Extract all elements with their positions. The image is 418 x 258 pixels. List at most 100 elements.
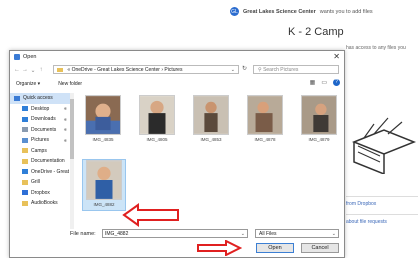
file-name: IMG_4882 [93,202,115,207]
red-arrow-annotation [197,240,242,256]
file-name-label: File name: [70,231,96,237]
file-requests-link[interactable]: about file requests [346,219,387,225]
file-item[interactable]: IMG_4805 [136,95,178,145]
address-bar[interactable]: « OneDrive - Great Lakes Science Center … [53,65,239,74]
nav-item-label: Documentation [31,158,65,165]
address-dropdown-icon[interactable]: ⌄ [231,66,235,75]
nav-item[interactable]: Documentation [10,156,70,167]
nav-item[interactable]: Downloads ✱ [10,114,70,125]
nav-scrollbar[interactable] [70,93,74,229]
file-item[interactable]: IMG_4879 [298,95,340,145]
nav-item[interactable]: Camps [10,146,70,157]
photo-thumbnail [247,95,283,135]
file-type-value: All Files [259,231,277,237]
search-placeholder: Search Pictures [263,67,299,73]
app-icon [14,54,20,60]
folder-icon [22,148,28,154]
document-icon [22,127,28,133]
divider [346,214,418,215]
view-options-icon[interactable]: ▦ [310,79,316,86]
file-name-input[interactable]: IMG_4882 ⌄ [102,229,248,238]
open-file-dialog: Open ✕ ← → ⌄ ↑ « OneDrive - Great Lakes … [9,50,345,258]
photo-thumbnail [86,160,122,200]
pin-icon[interactable]: ✱ [64,106,67,111]
file-name: IMG_4805 [146,137,168,142]
file-name: IMG_4879 [308,137,330,142]
org-row: GL Great Lakes Science Center wants you … [230,7,373,16]
file-item[interactable]: IMG_4835 [82,95,124,145]
nav-item-label: Pictures [31,137,50,144]
dialog-title: Open [23,54,37,60]
nav-item[interactable]: Grill [10,177,70,188]
new-folder-button[interactable]: New folder [58,81,82,87]
address-path: OneDrive - Great Lakes Science Center › … [71,67,183,73]
file-item-selected[interactable]: IMG_4882 [82,159,126,211]
nav-item-label: Downloads [31,116,56,123]
back-icon[interactable]: ← [13,67,21,73]
file-type-select[interactable]: All Files ⌄ [255,229,339,238]
picture-icon [22,137,28,143]
open-button[interactable]: Open [256,243,294,253]
preview-pane-icon[interactable]: ▭ [321,79,327,86]
org-message: wants you to add files [319,8,373,15]
nav-item[interactable]: Dropbox [10,188,70,199]
nav-item-label: OneDrive - Great [31,168,70,175]
close-icon[interactable]: ✕ [333,52,340,61]
navigation-pane: Quick access Desktop ✱ Downloads ✱ Documents ✱… [10,93,70,233]
chevron-down-icon[interactable]: ⌄ [332,230,336,238]
nav-item-label: Dropbox [31,189,50,196]
download-icon [22,116,28,122]
file-name: IMG_4835 [92,137,114,142]
nav-item-label: AudioBooks [31,200,58,207]
nav-item[interactable]: Pictures ✱ [10,135,70,146]
pin-icon[interactable]: ✱ [64,138,67,143]
nav-item[interactable]: Desktop ✱ [10,104,70,115]
pin-icon[interactable]: ✱ [64,117,67,122]
chevron-down-icon[interactable]: ⌄ [241,230,245,238]
scroll-thumb[interactable] [70,99,74,159]
up-icon[interactable]: ↑ [37,67,45,73]
nav-item[interactable]: Quick access [10,93,70,104]
file-grid: IMG_4835 IMG_4805 IMG_4853 IMG_4878 IMG_… [78,91,342,241]
box-illustration [351,117,417,174]
toolbar: Organize ▾ New folder ▦ ▭ ? [10,79,344,89]
nav-item-label: Camps [31,147,47,154]
photo-thumbnail [193,95,229,135]
nav-item[interactable]: Documents ✱ [10,125,70,136]
folder-icon [57,67,63,72]
address-prefix: « [67,67,71,73]
pin-icon[interactable]: ✱ [64,127,67,132]
file-name: IMG_4853 [200,137,222,142]
forward-icon[interactable]: → [21,67,29,73]
nav-item-label: Desktop [31,105,50,112]
file-item[interactable]: IMG_4878 [244,95,286,145]
folder-icon [22,179,28,185]
help-icon[interactable]: ? [333,79,340,86]
search-input[interactable]: ⚲ Search Pictures [253,65,339,74]
cancel-button[interactable]: Cancel [301,243,339,253]
file-name-value: IMG_4882 [105,231,129,237]
folder-icon [22,200,28,206]
org-logo: GL [230,7,239,16]
divider [346,196,418,197]
nav-item[interactable]: OneDrive - Great [10,167,70,178]
red-arrow-annotation [122,203,179,227]
file-item[interactable]: IMG_4853 [190,95,232,145]
dropbox-link[interactable]: from Dropbox [346,201,376,207]
nav-item[interactable]: AudioBooks [10,198,70,209]
desktop-icon [22,106,28,112]
organize-menu[interactable]: Organize ▾ [16,81,40,87]
address-row: ← → ⌄ ↑ « OneDrive - Great Lakes Science… [10,64,344,76]
chevron-down-icon[interactable]: ⌄ [29,67,37,74]
button-row: Open Cancel [10,243,344,254]
folder-icon [22,158,28,164]
nav-item-label: Quick access [23,95,53,102]
dialog-titlebar: Open ✕ [10,51,344,63]
file-name: IMG_4878 [254,137,276,142]
refresh-icon[interactable]: ↻ [242,65,247,72]
org-name: Great Lakes Science Center [243,8,316,15]
dropbox-icon [22,190,28,196]
photo-thumbnail [85,95,121,135]
cloud-icon [22,169,28,175]
photo-thumbnail [139,95,175,135]
